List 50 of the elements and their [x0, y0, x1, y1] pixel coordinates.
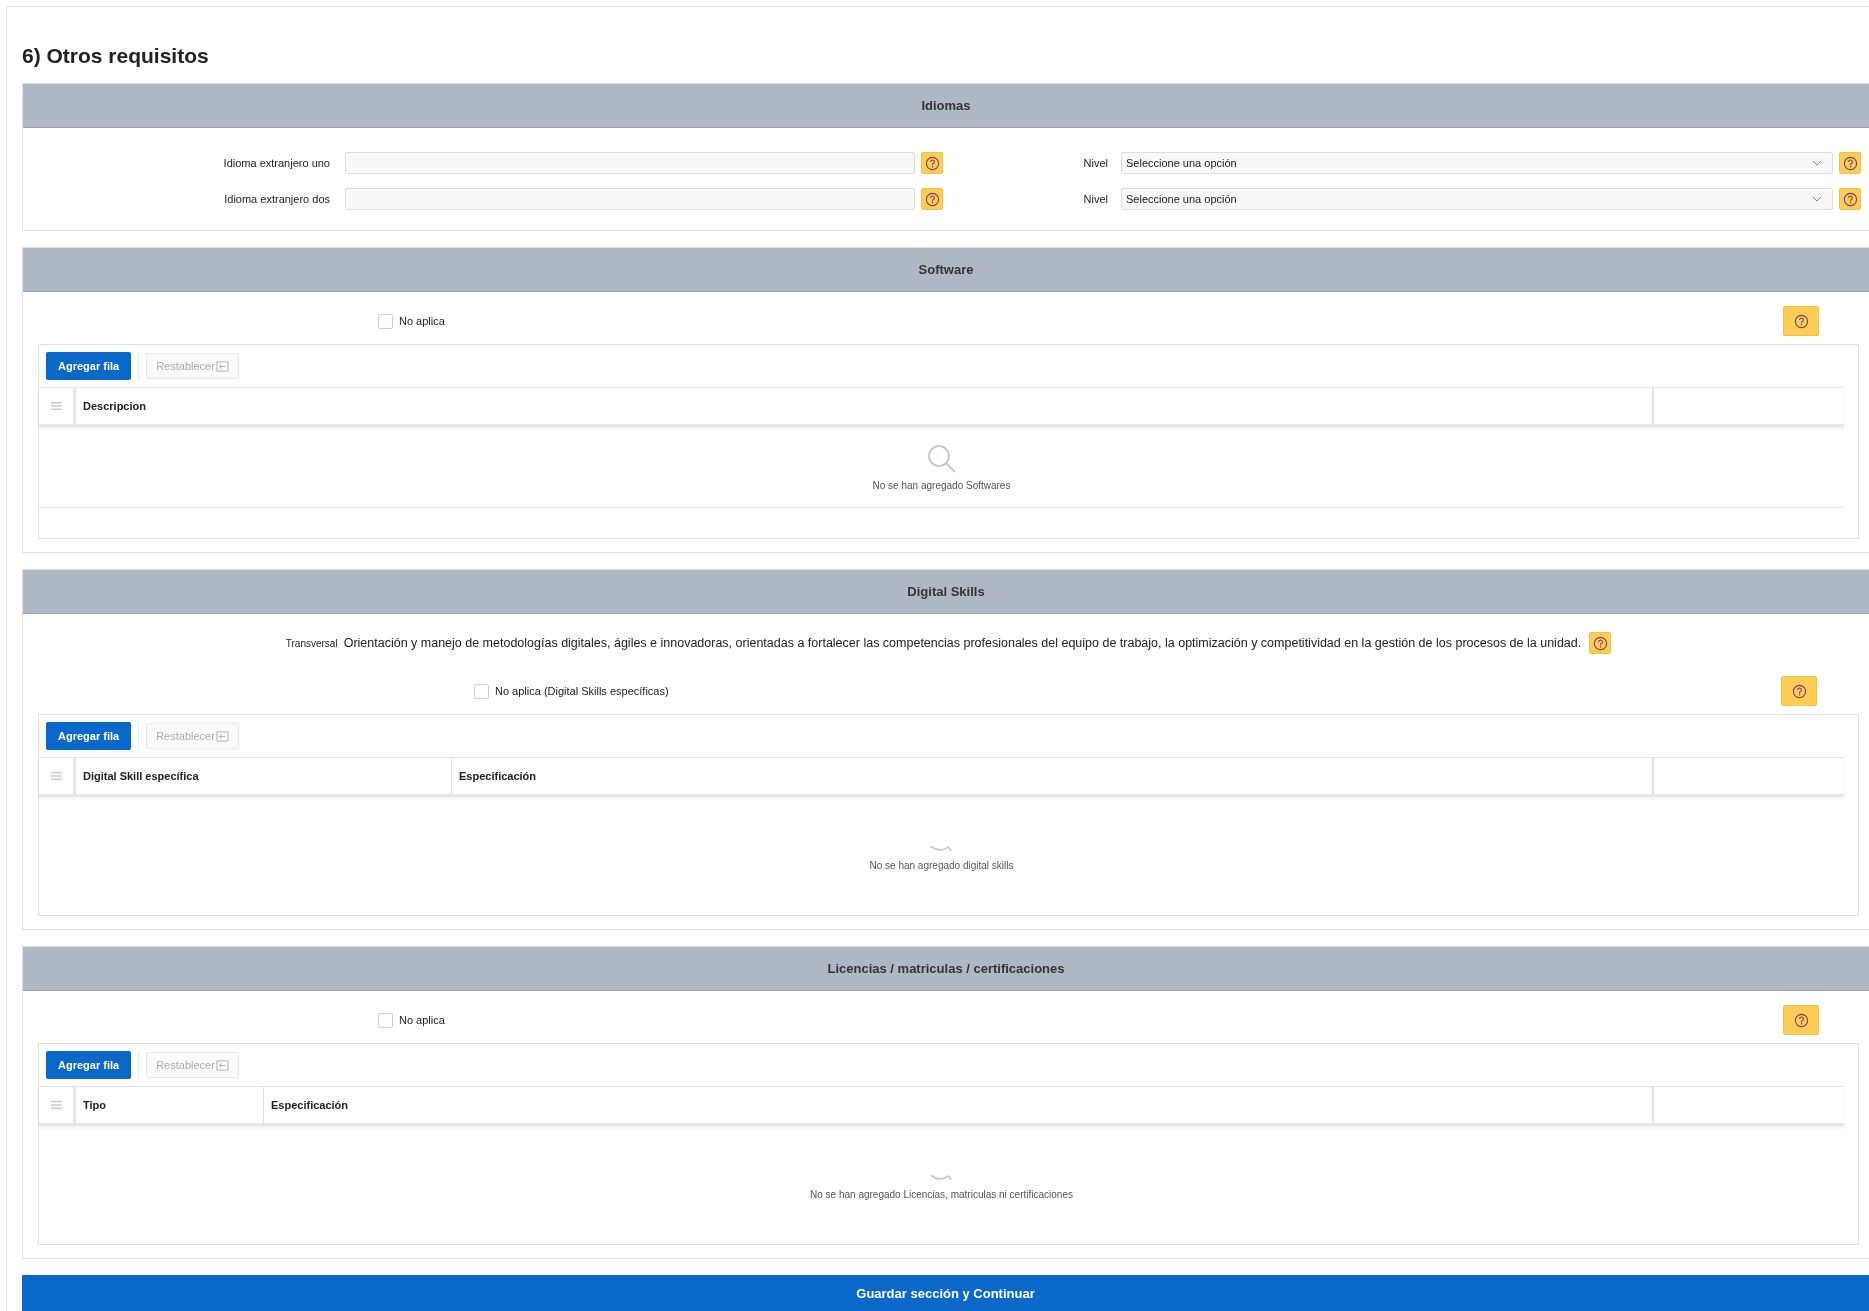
checkbox-label: No aplica (Digital Skills específicas): [495, 685, 669, 697]
reset-icon: [215, 730, 229, 742]
chevron-down-icon: [1812, 196, 1822, 202]
help-button[interactable]: [1839, 152, 1861, 174]
help-button[interactable]: [1589, 632, 1612, 654]
empty-message: No se han agregado Licencias, matriculas ni certificaciones: [810, 1188, 1073, 1200]
field-label: Idioma extranjero uno: [222, 157, 331, 169]
help-icon: [1791, 683, 1807, 699]
add-row-button[interactable]: Agregar fila: [46, 722, 132, 750]
help-button[interactable]: [1783, 1005, 1819, 1035]
section-header: Digital Skills: [23, 570, 1869, 614]
column-header: Especificación: [271, 1099, 349, 1111]
empty-message: No se han agregado Softwares: [872, 479, 1011, 491]
field-label: Nivel: [1082, 157, 1109, 169]
add-row-button[interactable]: Agregar fila: [46, 1051, 132, 1079]
checkbox[interactable]: [378, 1012, 393, 1028]
checkbox[interactable]: [378, 313, 393, 329]
help-button[interactable]: [921, 188, 943, 210]
add-row-button[interactable]: Agregar fila: [46, 352, 132, 380]
help-button[interactable]: [921, 152, 943, 174]
help-icon: [1793, 1012, 1809, 1028]
checkbox-label: No aplica: [399, 315, 445, 327]
field-label: Nivel: [1082, 193, 1109, 205]
field-label: Transversal: [285, 637, 338, 649]
section-header: Idiomas: [23, 84, 1869, 128]
transversal-text: Orientación y manejo de metodologías digitales, ágiles e innovadoras, orientadas a fortalecer las competencias profesionales del equipo de trabajo, la optimización y competitividad en la gestión de los procesos de la unidad.: [343, 636, 1582, 650]
page-title: 6) Otros requisitos: [22, 43, 210, 69]
reset-icon: [215, 360, 229, 372]
empty-message: No se han agregado digital skills: [869, 859, 1014, 871]
help-button[interactable]: [1781, 676, 1817, 706]
reset-icon: [215, 1059, 229, 1071]
column-header: Descripcion: [83, 400, 146, 412]
select-field[interactable]: Seleccione una opción: [1121, 152, 1833, 174]
column-header: Tipo: [83, 1099, 106, 1111]
select-field[interactable]: Seleccione una opción: [1121, 188, 1833, 210]
chevron-down-icon: [1812, 160, 1822, 166]
text-field[interactable]: [345, 188, 915, 210]
help-icon: [1793, 313, 1809, 329]
text-field[interactable]: [345, 152, 915, 174]
column-header: Especificación: [459, 770, 537, 782]
save-continue-button[interactable]: Guardar sección y Continuar: [22, 1275, 1869, 1311]
checkbox-label: No aplica: [399, 1014, 445, 1026]
section-header: Software: [23, 248, 1869, 292]
help-button[interactable]: [1783, 306, 1819, 336]
column-header: Digital Skill específica: [83, 770, 199, 782]
field-label: Idioma extranjero dos: [223, 193, 331, 205]
checkbox[interactable]: [474, 683, 489, 699]
section-header: Licencias / matriculas / certificaciones: [23, 947, 1869, 991]
search-icon: [926, 443, 957, 474]
help-button[interactable]: [1839, 188, 1861, 210]
